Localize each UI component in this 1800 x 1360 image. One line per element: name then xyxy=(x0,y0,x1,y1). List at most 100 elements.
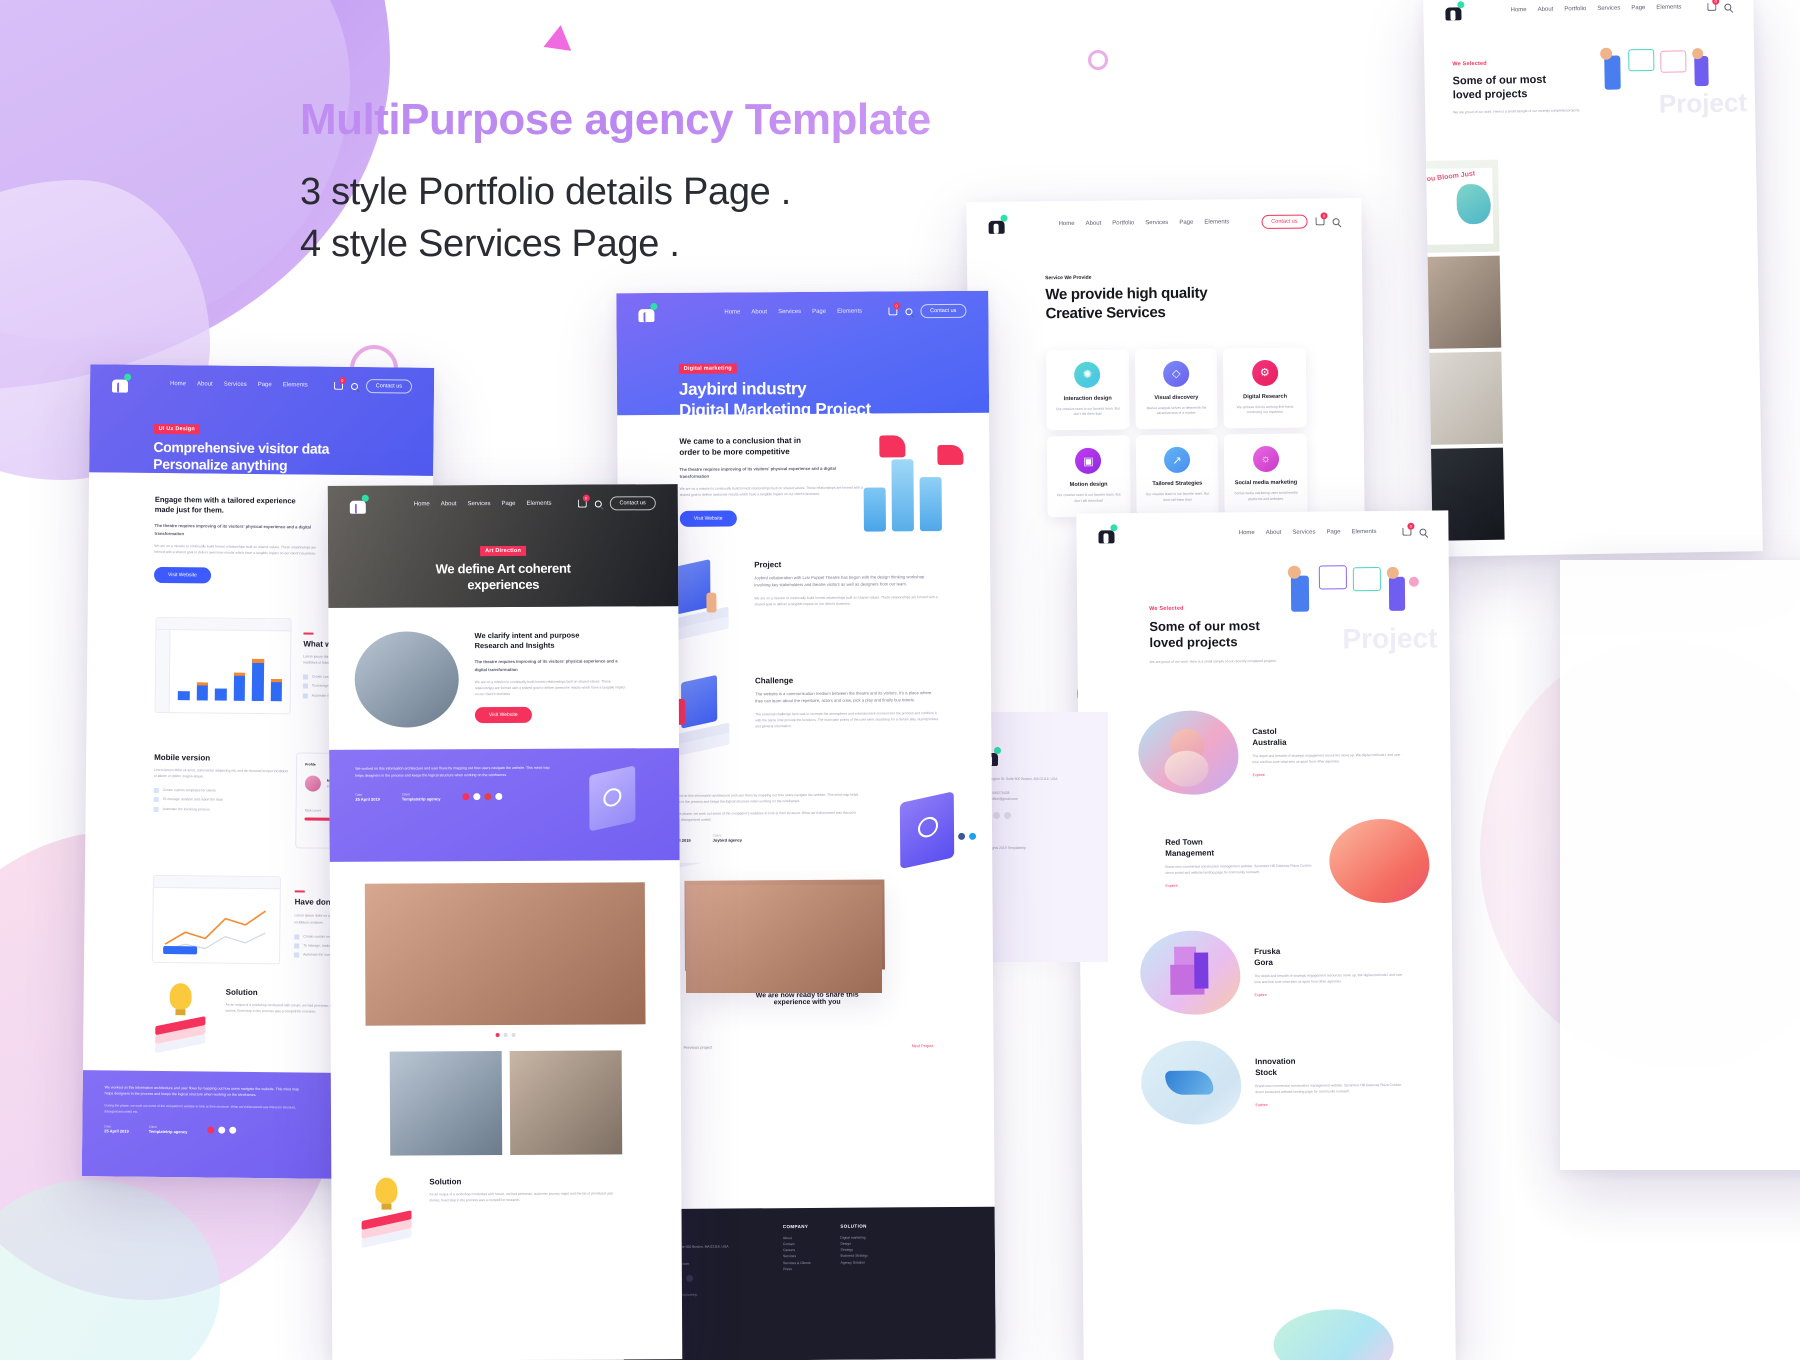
nav-links[interactable]: Home About Services Page Elements xyxy=(1239,529,1377,536)
carousel-dots[interactable] xyxy=(331,1032,681,1038)
cart-icon[interactable]: 0 xyxy=(1402,522,1415,536)
nav-link[interactable]: Services xyxy=(1597,5,1620,11)
project-list-item[interactable]: Innovation Stock Brand new commercial co… xyxy=(1140,1039,1432,1126)
service-card[interactable]: ✺ Interaction design Our creative team i… xyxy=(1045,348,1130,431)
search-icon[interactable] xyxy=(1419,528,1427,536)
nav-links[interactable]: Home About Portfolio Services Page Eleme… xyxy=(1511,4,1682,13)
nav-links[interactable]: Home About Services Page Elements xyxy=(414,501,552,508)
footer-email[interactable]: info@office@gmail.com xyxy=(982,796,1094,802)
service-card[interactable]: ☼ Social media marketing Social media ma… xyxy=(1224,433,1308,516)
search-icon[interactable] xyxy=(594,499,602,508)
mockup-loved-projects[interactable]: Home About Services Page Elements 0 We S… xyxy=(1076,510,1456,1360)
carousel-dot-active[interactable] xyxy=(495,1033,500,1038)
search-icon[interactable] xyxy=(350,382,358,390)
nav-link[interactable]: Elements xyxy=(526,501,551,507)
project-explore-link[interactable]: Explore xyxy=(1166,882,1316,887)
cart-icon[interactable]: 0 xyxy=(1707,0,1720,11)
social-links[interactable] xyxy=(982,812,1094,820)
dribbble-icon[interactable] xyxy=(1004,812,1011,820)
nav-tools[interactable]: 0 Contact us xyxy=(577,494,656,511)
contact-button[interactable]: Contact us xyxy=(920,303,967,319)
nav-link[interactable]: Home xyxy=(724,309,740,315)
nav-link[interactable]: Portfolio xyxy=(1112,220,1134,226)
jaybird-photo-overlay[interactable] xyxy=(686,885,882,993)
jaybird-pager[interactable]: Previous project Next Project xyxy=(684,1043,934,1050)
carousel-dot[interactable] xyxy=(511,1032,516,1037)
footer-col-item[interactable]: Business Strategy xyxy=(840,1253,868,1259)
nav-link[interactable]: Services xyxy=(1292,530,1315,536)
footer-col-item[interactable]: Services & Clients xyxy=(783,1259,811,1265)
gallery-grid[interactable]: GIRL you Bloom Just xyxy=(1423,159,1505,544)
project-explore-link[interactable]: Explore xyxy=(1255,1101,1405,1107)
nav-tools[interactable]: 0 Contact us xyxy=(888,302,967,319)
project-explore-link[interactable]: Explore xyxy=(1253,771,1403,777)
linkedin-icon[interactable] xyxy=(495,793,503,801)
nav-link[interactable]: Elements xyxy=(283,382,308,388)
search-icon[interactable] xyxy=(1332,217,1340,225)
art-photo[interactable] xyxy=(389,1051,503,1156)
nav-link[interactable]: About xyxy=(197,381,213,387)
twitter-icon[interactable] xyxy=(473,793,481,801)
nav-link[interactable]: Services xyxy=(778,309,801,315)
visit-website-button[interactable]: Visit Website xyxy=(679,510,737,527)
visitor-nav[interactable]: Home About Services Page Elements 0 Cont… xyxy=(90,364,434,406)
mockup-art-direction[interactable]: Home About Services Page Elements 0 Cont… xyxy=(327,484,683,1360)
nav-tools[interactable]: Contact us 0 xyxy=(1261,212,1340,229)
nav-tools[interactable]: 0 xyxy=(1707,0,1732,11)
previous-project-link[interactable]: Previous project xyxy=(684,1045,713,1050)
art-photo[interactable] xyxy=(509,1050,623,1155)
nav-link[interactable]: Portfolio xyxy=(1564,6,1586,12)
gallery-tile[interactable] xyxy=(1423,351,1503,446)
twitter-icon[interactable] xyxy=(218,1127,226,1135)
nav-link[interactable]: Page xyxy=(501,501,515,507)
footer-col-item[interactable]: Agency Solution xyxy=(841,1259,868,1265)
service-card[interactable]: ↗ Tailored Strategies Our creative team … xyxy=(1135,434,1219,516)
service-card[interactable]: ▣ Motion design Our creative team is our… xyxy=(1046,435,1131,517)
dashboard-screenshot-2[interactable] xyxy=(151,874,281,965)
art-photo-pair[interactable] xyxy=(331,1050,682,1156)
linkedin-icon[interactable] xyxy=(229,1127,237,1135)
nav-link[interactable]: About xyxy=(441,501,457,507)
art-feature-photo[interactable] xyxy=(364,882,646,1026)
facebook-icon[interactable] xyxy=(207,1126,215,1135)
project-list-item[interactable]: Red Town Management Brand new commercial… xyxy=(1139,818,1430,906)
nav-link[interactable]: Home xyxy=(170,381,186,387)
nav-link[interactable]: About xyxy=(1086,221,1102,227)
gallery-tile[interactable] xyxy=(1423,255,1502,350)
facebook-icon[interactable] xyxy=(462,793,470,801)
nav-link[interactable]: Page xyxy=(1631,5,1645,11)
nav-link[interactable]: Elements xyxy=(837,309,862,315)
cart-icon[interactable]: 0 xyxy=(333,376,346,390)
visit-website-button[interactable]: Visit Website xyxy=(153,567,211,584)
nav-link[interactable]: Page xyxy=(1179,220,1193,226)
projects-nav[interactable]: Home About Services Page Elements 0 xyxy=(1076,510,1448,555)
cart-icon[interactable]: 0 xyxy=(888,302,901,316)
nav-link[interactable]: Home xyxy=(1511,7,1527,13)
service-card[interactable]: ◇ Visual discovery Market analysis striv… xyxy=(1134,347,1219,430)
carousel-dot[interactable] xyxy=(503,1032,508,1038)
share-links[interactable] xyxy=(207,1126,237,1135)
project-list[interactable]: Castol Australia The depth and breadth o… xyxy=(1138,709,1432,1126)
nav-link[interactable]: About xyxy=(751,309,767,315)
services-card-grid[interactable]: ✺ Interaction design Our creative team i… xyxy=(1045,347,1308,517)
project-list-item[interactable]: Castol Australia The depth and breadth o… xyxy=(1138,709,1429,796)
nav-tools[interactable]: 0 xyxy=(1402,522,1427,536)
dashboard-screenshot[interactable] xyxy=(154,616,292,715)
nav-link[interactable]: Home xyxy=(1239,530,1255,536)
mockup-projects-top[interactable]: Home About Portfolio Services Page Eleme… xyxy=(1423,0,1763,557)
gallery-tile-poster[interactable]: GIRL you Bloom Just xyxy=(1423,159,1500,254)
visit-website-button[interactable]: Visit Website xyxy=(474,707,532,724)
nav-link[interactable]: About xyxy=(1266,530,1282,536)
art-nav[interactable]: Home About Services Page Elements 0 Cont… xyxy=(328,484,678,524)
contact-button[interactable]: Contact us xyxy=(609,496,656,511)
nav-links[interactable]: Home About Services Page Elements xyxy=(724,309,862,316)
nav-link[interactable]: Page xyxy=(812,309,826,315)
youtube-icon[interactable] xyxy=(484,793,492,801)
nav-tools[interactable]: 0 Contact us xyxy=(333,376,413,394)
nav-link[interactable]: Services xyxy=(224,382,247,388)
cart-icon[interactable]: 0 xyxy=(1315,212,1328,226)
nav-link[interactable]: Home xyxy=(1059,221,1075,227)
nav-link[interactable]: Services xyxy=(467,501,490,507)
nav-link[interactable]: About xyxy=(1538,7,1554,13)
linkedin-icon[interactable] xyxy=(993,812,1000,820)
